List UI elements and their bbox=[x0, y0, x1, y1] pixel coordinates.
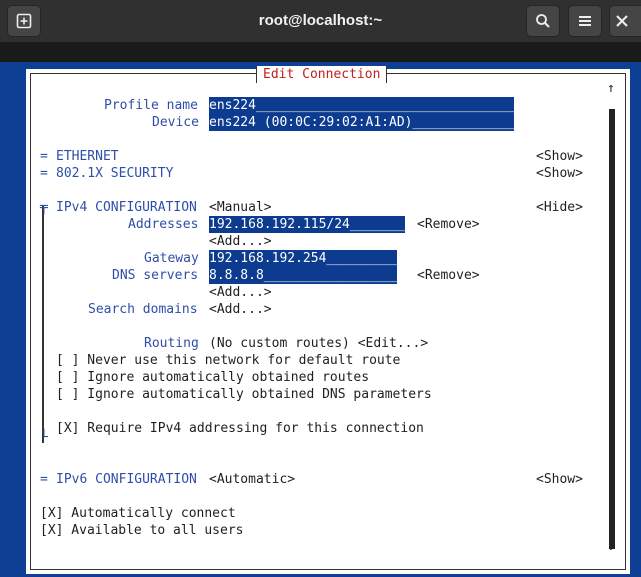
address-field[interactable]: 192.168.192.115/24_______ bbox=[209, 216, 405, 233]
security-marker: = bbox=[40, 166, 48, 181]
close-icon bbox=[616, 15, 628, 27]
ipv4-section-bracket bbox=[42, 206, 44, 443]
ipv4-marker: ╤ bbox=[40, 200, 48, 215]
dns-remove-button[interactable]: <Remove> bbox=[417, 267, 480, 284]
ipv4-method-dropdown[interactable]: <Manual> bbox=[209, 199, 272, 216]
ipv4-end-marker: └ bbox=[40, 430, 48, 445]
address-remove-button[interactable]: <Remove> bbox=[417, 216, 480, 233]
security-show-button[interactable]: <Show> bbox=[536, 165, 583, 182]
add-search-domain-button[interactable]: <Add...> bbox=[209, 301, 272, 318]
ethernet-show-button[interactable]: <Show> bbox=[536, 148, 583, 165]
security-section-label: 802.1X SECURITY bbox=[56, 166, 174, 181]
add-address-button[interactable]: <Add...> bbox=[209, 233, 272, 250]
never-default-route-checkbox[interactable]: [ ] Never use this network for default r… bbox=[56, 352, 400, 369]
profile-name-label: Profile name bbox=[104, 98, 198, 113]
close-button[interactable] bbox=[609, 5, 641, 37]
dialog-title: Edit Connection bbox=[256, 66, 388, 83]
ignore-dns-checkbox[interactable]: [ ] Ignore automatically obtained DNS pa… bbox=[56, 386, 432, 403]
ethernet-section-label: ETHERNET bbox=[56, 149, 119, 164]
scroll-up-arrow[interactable]: ↑ bbox=[607, 81, 615, 96]
edit-connection-dialog: Edit Connection Profile name ens224_____… bbox=[26, 66, 630, 574]
ipv6-method-dropdown[interactable]: <Automatic> bbox=[209, 471, 295, 488]
menu-button[interactable] bbox=[568, 5, 602, 37]
auto-connect-checkbox[interactable]: [X] Automatically connect bbox=[40, 505, 236, 522]
scrollbar-thumb[interactable] bbox=[609, 109, 615, 549]
ipv4-hide-button[interactable]: <Hide> bbox=[536, 199, 583, 216]
routing-label: Routing bbox=[144, 336, 199, 351]
search-icon bbox=[536, 14, 550, 28]
terminal-area[interactable]: Edit Connection Profile name ens224_____… bbox=[0, 43, 641, 577]
routing-edit-button[interactable]: (No custom routes) <Edit...> bbox=[209, 335, 428, 352]
ipv4-section-label: IPv4 CONFIGURATION bbox=[56, 200, 197, 215]
gateway-label: Gateway bbox=[144, 251, 199, 266]
ipv6-show-button[interactable]: <Show> bbox=[536, 471, 583, 488]
require-ipv4-checkbox[interactable]: [X] Require IPv4 addressing for this con… bbox=[56, 420, 424, 437]
ipv6-marker: = bbox=[40, 472, 48, 487]
search-domains-label: Search domains bbox=[88, 302, 198, 317]
device-field[interactable]: ens224 (00:0C:29:02:A1:AD)_____________ bbox=[209, 114, 515, 131]
ipv6-section-label: IPv6 CONFIGURATION bbox=[56, 472, 197, 487]
search-button[interactable] bbox=[526, 5, 560, 37]
profile-name-field[interactable]: ens224_________________________________ bbox=[209, 97, 515, 114]
device-label: Device bbox=[152, 115, 199, 130]
dns-servers-label: DNS servers bbox=[112, 268, 199, 283]
hamburger-menu-icon bbox=[579, 16, 591, 26]
gateway-field[interactable]: 192.168.192.254_________ bbox=[209, 250, 397, 267]
scroll-down-arrow[interactable]: ↓ bbox=[607, 539, 615, 554]
ignore-routes-checkbox[interactable]: [ ] Ignore automatically obtained routes bbox=[56, 369, 369, 386]
add-dns-button[interactable]: <Add...> bbox=[209, 284, 272, 301]
dns-server-field[interactable]: 8.8.8.8_________________ bbox=[209, 267, 397, 284]
ethernet-marker: = bbox=[40, 149, 48, 164]
window-titlebar: root@localhost:~ bbox=[0, 0, 641, 43]
addresses-label: Addresses bbox=[128, 217, 199, 232]
all-users-checkbox[interactable]: [X] Available to all users bbox=[40, 522, 244, 539]
